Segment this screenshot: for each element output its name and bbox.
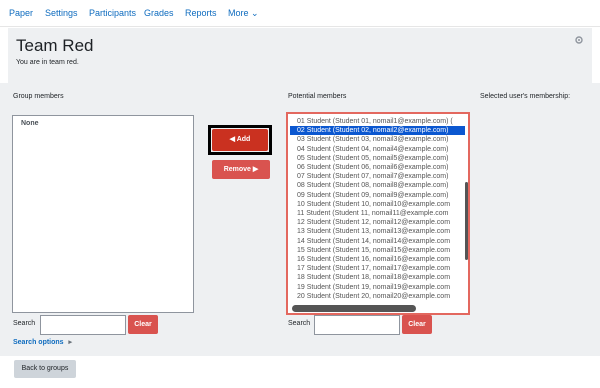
remove-button[interactable]: Remove ▶	[212, 160, 270, 179]
list-item[interactable]: 20 Student (Student 20, nomail20@example…	[297, 292, 450, 301]
list-item[interactable]: 19 Student (Student 19, nomail19@example…	[297, 283, 450, 292]
list-item[interactable]: 03 Student (Student 03, nomail3@example.…	[297, 135, 448, 144]
group-members-list[interactable]: None	[12, 115, 194, 313]
list-item[interactable]: 06 Student (Student 06, nomail6@example.…	[297, 163, 448, 172]
list-item[interactable]: 14 Student (Student 14, nomail14@example…	[297, 237, 450, 246]
list-item[interactable]: 12 Student (Student 12, nomail12@example…	[297, 218, 450, 227]
list-item[interactable]: None	[21, 120, 39, 127]
horizontal-scrollbar[interactable]	[292, 305, 416, 312]
list-item[interactable]: 15 Student (Student 15, nomail15@example…	[297, 246, 450, 255]
potential-members-label: Potential members	[288, 93, 347, 100]
potential-members-search-label: Search	[288, 320, 311, 327]
group-members-search-input[interactable]	[40, 315, 126, 335]
add-button[interactable]: ◀ Add	[212, 129, 268, 151]
list-item[interactable]: 11 Student (Student 11, nomail11@example…	[297, 209, 448, 218]
list-item[interactable]: 08 Student (Student 08, nomail8@example.…	[297, 181, 448, 190]
page-header: Team Red You are in team red.	[8, 28, 592, 83]
group-membership-panel: Group members Potential members Selected…	[0, 83, 600, 356]
list-item[interactable]: 16 Student (Student 16, nomail16@example…	[297, 255, 450, 264]
gear-icon[interactable]	[574, 35, 584, 45]
list-item[interactable]: 10 Student (Student 10, nomail10@example…	[297, 200, 450, 209]
group-members-label: Group members	[13, 93, 64, 100]
potential-members-clear-button[interactable]: Clear	[402, 315, 432, 334]
nav-link-grades[interactable]: Grades	[144, 8, 174, 18]
nav-link-paper[interactable]: Paper	[9, 8, 33, 18]
nav-link-more[interactable]: More ⌄	[228, 8, 259, 19]
list-item[interactable]: 09 Student (Student 09, nomail9@example.…	[297, 191, 448, 200]
group-members-search-label: Search	[13, 320, 36, 327]
group-members-clear-button[interactable]: Clear	[128, 315, 158, 334]
list-item[interactable]: 13 Student (Student 13, nomail13@example…	[297, 227, 450, 236]
selected-user-membership-label: Selected user's membership:	[480, 93, 571, 100]
list-item[interactable]: 18 Student (Student 18, nomail18@example…	[297, 273, 450, 282]
nav-link-settings[interactable]: Settings	[45, 8, 78, 18]
potential-members-search-input[interactable]	[314, 315, 400, 335]
list-item[interactable]: 02 Student (Student 02, nomail2@example.…	[290, 126, 465, 136]
nav-link-reports[interactable]: Reports	[185, 8, 217, 18]
nav-link-participants[interactable]: Participants	[89, 8, 136, 18]
search-options-label: Search options	[13, 339, 64, 346]
secondary-navigation: Paper Settings Participants Grades Repor…	[0, 0, 600, 27]
potential-members-list[interactable]: 01 Student (Student 01, nomail1@example.…	[286, 112, 470, 315]
list-item[interactable]: 05 Student (Student 05, nomail5@example.…	[297, 154, 448, 163]
caret-right-icon: ▸	[68, 339, 73, 346]
list-item[interactable]: 07 Student (Student 07, nomail7@example.…	[297, 172, 448, 181]
list-item[interactable]: 01 Student (Student 01, nomail1@example.…	[297, 117, 453, 126]
list-item[interactable]: 04 Student (Student 04, nomail4@example.…	[297, 145, 448, 154]
group-description: You are in team red.	[16, 59, 79, 66]
list-item[interactable]: 17 Student (Student 17, nomail17@example…	[297, 264, 450, 273]
add-button-highlight: ◀ Add	[208, 125, 272, 155]
back-to-groups-button[interactable]: Back to groups	[14, 360, 76, 378]
vertical-scrollbar[interactable]	[465, 182, 468, 260]
page-title: Team Red	[16, 36, 94, 55]
search-options-toggle[interactable]: Search options ▸	[13, 338, 72, 346]
